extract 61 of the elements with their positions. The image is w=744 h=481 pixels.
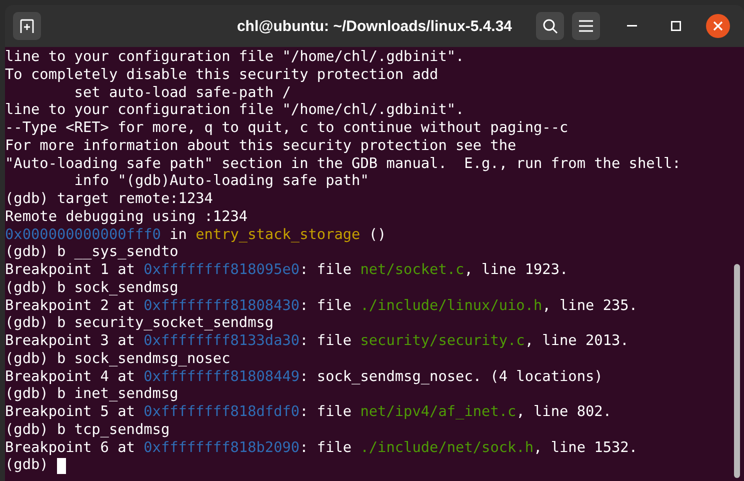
scrollbar-thumb[interactable] [734,264,740,478]
terminal-text: set auto-load safe-path / [73,84,291,102]
terminal-text: (gdb) b sock_sendmsg [5,280,178,298]
new-tab-button[interactable] [13,12,41,40]
terminal-text: (gdb) b security_socket_sendmsg [5,315,274,333]
memory-address: 0xffffffff818dfdf0 [144,404,300,422]
terminal-text: --Type <RET> for more, q to quit, c to continue without paging--c [5,120,568,138]
terminal-text: (gdb) target remote:1234 [5,191,213,209]
terminal-text: info "(gdb)Auto-loading safe path" [73,173,369,191]
source-file-path: security/security.c [360,333,525,351]
terminal-text: To completely disable this security protection add [5,66,438,84]
terminal-text: : file [300,440,353,458]
terminal-text: line to your configuration file "/home/chl/.gdbinit". [5,49,464,67]
source-file-path: net/socket.c [360,262,464,280]
search-icon [542,18,558,34]
menu-icon [579,20,593,32]
terminal-text: : file [300,262,353,280]
memory-address: 0xffffffff818b2090 [144,440,300,458]
terminal-text: "Auto-loading safe path" section in the GDB manual. E.g., run from the shell: [5,156,681,174]
terminal-text: , line 235. [542,298,638,316]
function-name: entry_stack_storage [196,226,360,244]
source-file-path: ./include/linux/uio.h [360,298,542,316]
terminal-text: () [368,226,386,244]
terminal-text: : sock_sendmsg_nosec. (4 locations) [300,368,603,386]
maximize-icon [671,21,681,31]
terminal-text: , line 2013. [524,333,629,351]
close-icon [713,21,723,31]
terminal-text: , line 1532. [534,440,638,458]
memory-address: 0xffffffff8133da30 [144,333,300,351]
memory-address: 0xffffffff818095e0 [144,262,300,280]
memory-address: 0xffffffff81808430 [144,298,300,316]
source-file-path: net/ipv4/af_inet.c [360,404,516,422]
terminal-text: in [168,226,188,244]
new-tab-icon [19,18,35,34]
terminal-text: , line 1923. [464,262,568,280]
terminal-text: Breakpoint 4 at [5,368,136,386]
search-button[interactable] [536,12,564,40]
memory-address: 0xffffffff81808449 [144,368,300,386]
terminal-text: (gdb) [5,457,50,475]
terminal-text: , line 802. [516,404,612,422]
terminal-text: (gdb) b inet_sendmsg [5,386,178,404]
window-title: chl@ubuntu: ~/Downloads/linux-5.4.34 [236,18,512,34]
terminal-text: Breakpoint 3 at [5,333,136,351]
terminal-text: (gdb) b __sys_sendto [5,244,178,262]
terminal-text: Breakpoint 6 at [5,440,136,458]
memory-address: 0x000000000000fff0 [5,226,161,244]
menu-button[interactable] [572,12,600,40]
terminal-text: line to your configuration file "/home/chl/.gdbinit". [5,102,464,120]
terminal-text: Breakpoint 1 at [5,262,136,280]
terminal-text: : file [300,298,353,316]
terminal-text: Breakpoint 2 at [5,298,136,316]
minimize-icon [627,25,637,27]
terminal-text: : file [300,333,353,351]
terminal-text: (gdb) b sock_sendmsg_nosec [5,350,230,368]
terminal-text: : file [300,404,353,422]
close-button[interactable] [706,14,730,38]
terminal-text: Remote debugging using :1234 [5,208,248,226]
terminal-text: (gdb) b tcp_sendmsg [5,422,170,440]
terminal-text: Breakpoint 5 at [5,404,136,422]
terminal-text: For more information about this security protection see the [5,138,516,156]
source-file-path: ./include/net/sock.h [360,440,534,458]
